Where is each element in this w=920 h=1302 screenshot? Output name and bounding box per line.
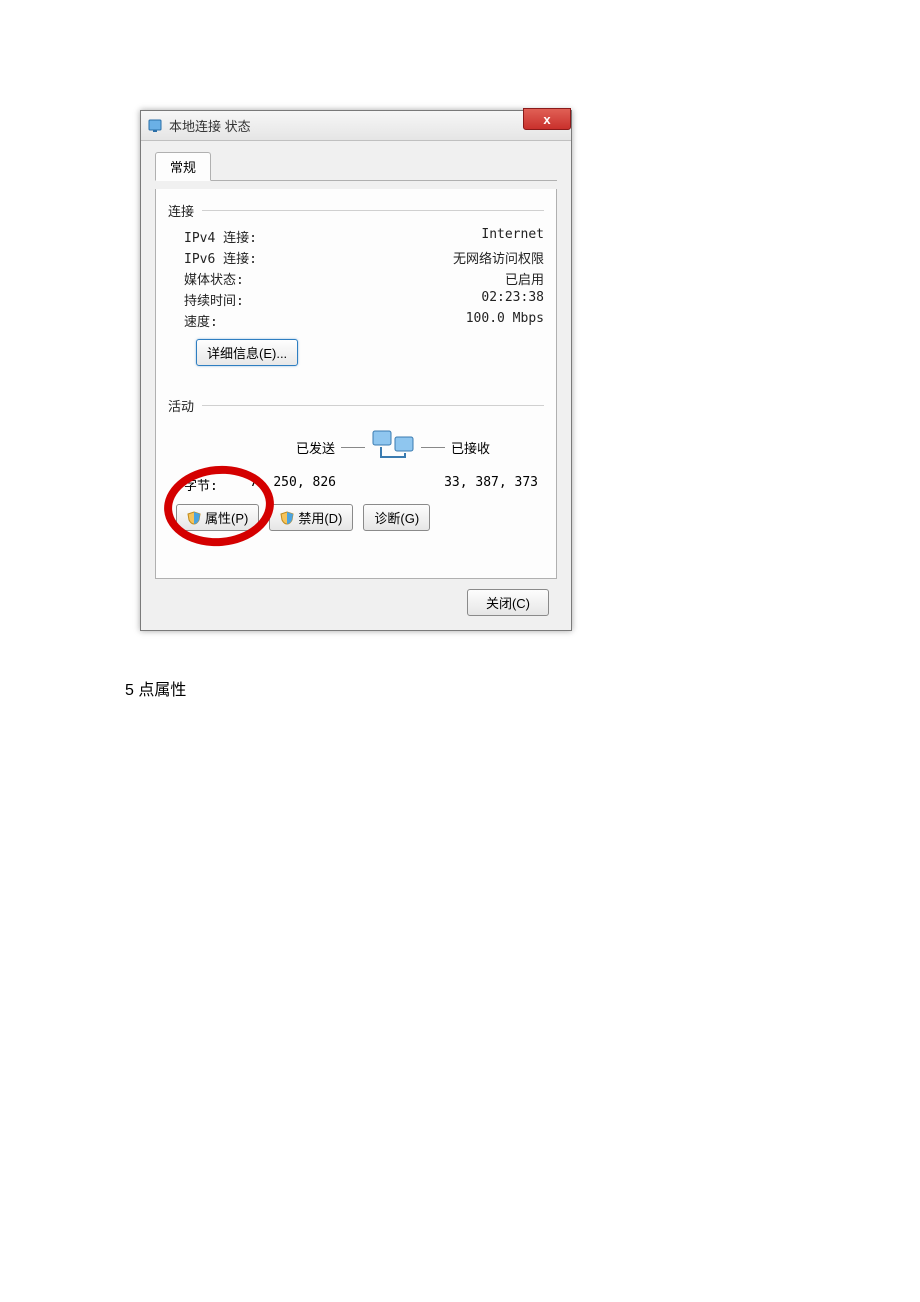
- kv-row: 持续时间: 02:23:38: [168, 289, 544, 310]
- section-label: 连接: [168, 201, 194, 220]
- kv-val: Internet: [481, 227, 544, 246]
- tab-general[interactable]: 常规: [155, 152, 211, 181]
- kv-val: 02:23:38: [481, 290, 544, 309]
- recv-bytes: 33, 387, 373: [444, 475, 538, 494]
- divider: [202, 405, 544, 406]
- divider: [202, 210, 544, 211]
- sent-bytes: 7, 250, 826: [250, 475, 336, 494]
- close-x-label: x: [543, 112, 550, 127]
- activity-section: 活动: [168, 396, 544, 415]
- kv-val: 100.0 Mbps: [466, 311, 544, 330]
- disable-label: 禁用(D): [298, 508, 342, 527]
- network-icon: [147, 118, 163, 134]
- dash-line: [421, 447, 445, 448]
- page-caption: 5 点属性: [125, 676, 186, 700]
- close-icon[interactable]: x: [523, 108, 571, 130]
- dash-line: [341, 447, 365, 448]
- kv-row: IPv6 连接: 无网络访问权限: [168, 247, 544, 268]
- dialog-body: 常规 连接 IPv4 连接: Internet IPv6 连接: 无网络访问权限: [141, 141, 571, 630]
- properties-button[interactable]: 属性(P): [176, 504, 259, 531]
- footer: 关闭(C): [155, 579, 557, 616]
- diagnose-button[interactable]: 诊断(G): [363, 504, 430, 531]
- bytes-row: 字节: 7, 250, 826 33, 387, 373: [168, 473, 544, 504]
- titlebar[interactable]: 本地连接 状态 x: [141, 111, 571, 141]
- kv-key: IPv4 连接:: [184, 227, 257, 246]
- computers-icon: [371, 427, 415, 467]
- diagnose-label: 诊断(G): [374, 508, 419, 527]
- tab-content: 连接 IPv4 连接: Internet IPv6 连接: 无网络访问权限 媒体…: [155, 189, 557, 579]
- details-button[interactable]: 详细信息(E)...: [196, 339, 298, 366]
- tab-label: 常规: [170, 160, 196, 175]
- details-label: 详细信息(E)...: [207, 346, 287, 361]
- kv-key: 速度:: [184, 311, 218, 330]
- kv-row: IPv4 连接: Internet: [168, 226, 544, 247]
- kv-val: 无网络访问权限: [453, 248, 544, 267]
- section-label: 活动: [168, 396, 194, 415]
- kv-key: IPv6 连接:: [184, 248, 257, 267]
- dialog-title: 本地连接 状态: [169, 116, 251, 135]
- activity-row: 已发送 已接收: [168, 421, 544, 473]
- recv-label: 已接收: [451, 438, 490, 457]
- sent-label: 已发送: [296, 438, 335, 457]
- kv-val: 已启用: [505, 269, 544, 288]
- disable-button[interactable]: 禁用(D): [269, 504, 353, 531]
- shield-icon: [280, 511, 294, 525]
- kv-row: 媒体状态: 已启用: [168, 268, 544, 289]
- kv-row: 速度: 100.0 Mbps: [168, 310, 544, 331]
- kv-key: 媒体状态:: [184, 269, 244, 288]
- bytes-label: 字节:: [184, 475, 218, 494]
- action-buttons: 属性(P) 禁用(D) 诊断(G): [168, 504, 544, 531]
- connection-section: 连接: [168, 201, 544, 220]
- shield-icon: [187, 511, 201, 525]
- activity-center: 已发送 已接收: [296, 427, 490, 467]
- tab-strip: 常规: [155, 151, 557, 181]
- kv-key: 持续时间:: [184, 290, 244, 309]
- close-button[interactable]: 关闭(C): [467, 589, 549, 616]
- properties-label: 属性(P): [205, 508, 248, 527]
- close-label: 关闭(C): [486, 596, 530, 611]
- connection-status-dialog: 本地连接 状态 x 常规 连接 IPv4 连接: Internet: [140, 110, 572, 631]
